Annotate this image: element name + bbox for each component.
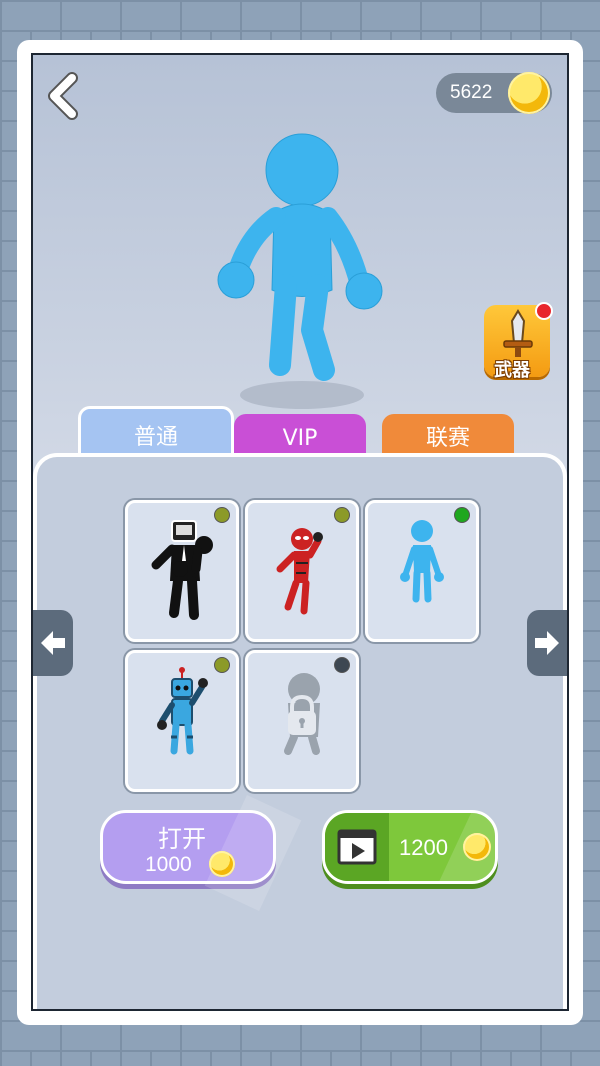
skin-cell-robot[interactable]	[125, 650, 239, 792]
skin-status-dot	[214, 507, 230, 523]
video-play-icon	[337, 829, 377, 865]
prev-page-button[interactable]	[33, 610, 73, 676]
weapon-button[interactable]: 武器	[484, 302, 553, 381]
red-hero-stickman-icon	[276, 528, 323, 615]
skin-cell-blue[interactable]	[365, 500, 479, 642]
skin-status-dot	[334, 507, 350, 523]
watch-video-button[interactable]: 1200	[322, 810, 498, 884]
arrow-right-icon	[535, 631, 559, 655]
open-button[interactable]: 打开 1000	[100, 795, 302, 911]
back-button[interactable]	[44, 72, 84, 120]
next-page-button[interactable]	[527, 610, 567, 676]
notification-dot	[535, 302, 553, 320]
coin-icon	[508, 72, 550, 114]
sword-icon	[503, 309, 533, 357]
robot-stickman-icon	[157, 667, 208, 755]
tab-normal[interactable]: 普通	[78, 406, 234, 459]
tab-vip-label: VIP	[282, 426, 318, 451]
arrow-left-icon	[41, 631, 65, 655]
coin-count: 5622	[450, 82, 493, 103]
tab-league-label: 联赛	[425, 426, 470, 451]
suit-stickman-icon	[151, 520, 213, 620]
video-button-price: 1200	[399, 835, 448, 860]
skin-cell-suit[interactable]	[125, 500, 239, 642]
tab-normal-label: 普通	[133, 425, 178, 450]
open-button-price: 1000	[145, 853, 192, 876]
open-button-label: 打开	[158, 826, 206, 853]
skin-cell-locked[interactable]	[245, 650, 359, 792]
locked-skin-icon	[284, 673, 320, 755]
coin-icon	[209, 851, 235, 877]
chevron-left-icon	[48, 72, 78, 120]
weapon-label: 武器	[494, 360, 530, 381]
coin-icon	[463, 833, 491, 861]
skin-status-dot	[454, 507, 470, 523]
character-preview	[217, 133, 383, 409]
skin-cell-red-hero[interactable]	[245, 500, 359, 642]
skin-status-dot	[214, 657, 230, 673]
skin-status-dot	[334, 657, 350, 673]
blue-stickman-icon	[400, 520, 444, 603]
